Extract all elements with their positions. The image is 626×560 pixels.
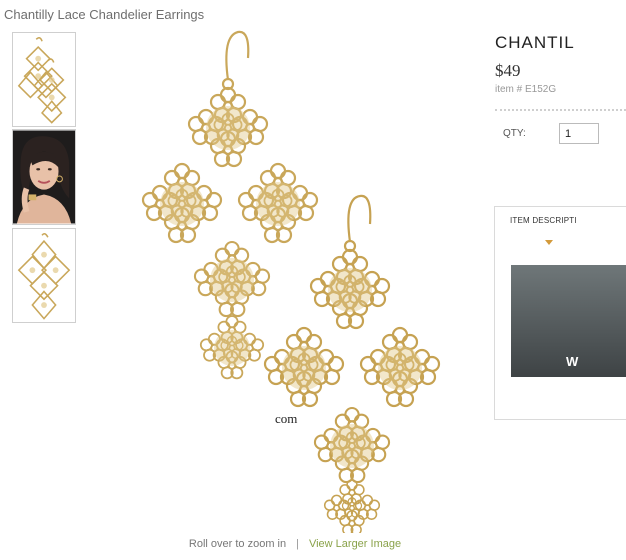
single-earring-image (17, 232, 71, 320)
video-thumbnail[interactable]: W (511, 265, 626, 377)
separator: | (296, 538, 299, 550)
qty-input[interactable]: 1 (559, 123, 599, 144)
item-number: item # E152G (495, 84, 557, 95)
thumbnail-single-earring[interactable] (12, 228, 76, 323)
model-photo-image (13, 130, 75, 224)
zoom-bar: Roll over to zoom in | View Larger Image (0, 538, 590, 550)
main-product-image[interactable] (110, 28, 480, 533)
view-larger-image-link[interactable]: View Larger Image (309, 538, 401, 550)
image-watermark: com (275, 411, 298, 426)
description-panel: ITEM DESCRIPTI W (494, 206, 626, 420)
qty-label: QTY: (503, 128, 526, 139)
video-caption: W (566, 354, 579, 369)
product-title: Chantilly Lace Chandelier Earrings (4, 7, 205, 22)
product-price: $49 (495, 61, 521, 80)
zoom-hint: Roll over to zoom in (188, 538, 287, 550)
tab-item-description[interactable]: ITEM DESCRIPTI (510, 216, 577, 225)
active-tab-arrow-icon (545, 240, 553, 245)
thumbnail-earrings[interactable] (12, 32, 76, 127)
earrings-thumbnail-image (17, 36, 67, 124)
product-name: CHANTIL (495, 33, 575, 52)
dotted-divider (495, 109, 626, 111)
thumbnail-model-photo[interactable] (12, 129, 76, 225)
